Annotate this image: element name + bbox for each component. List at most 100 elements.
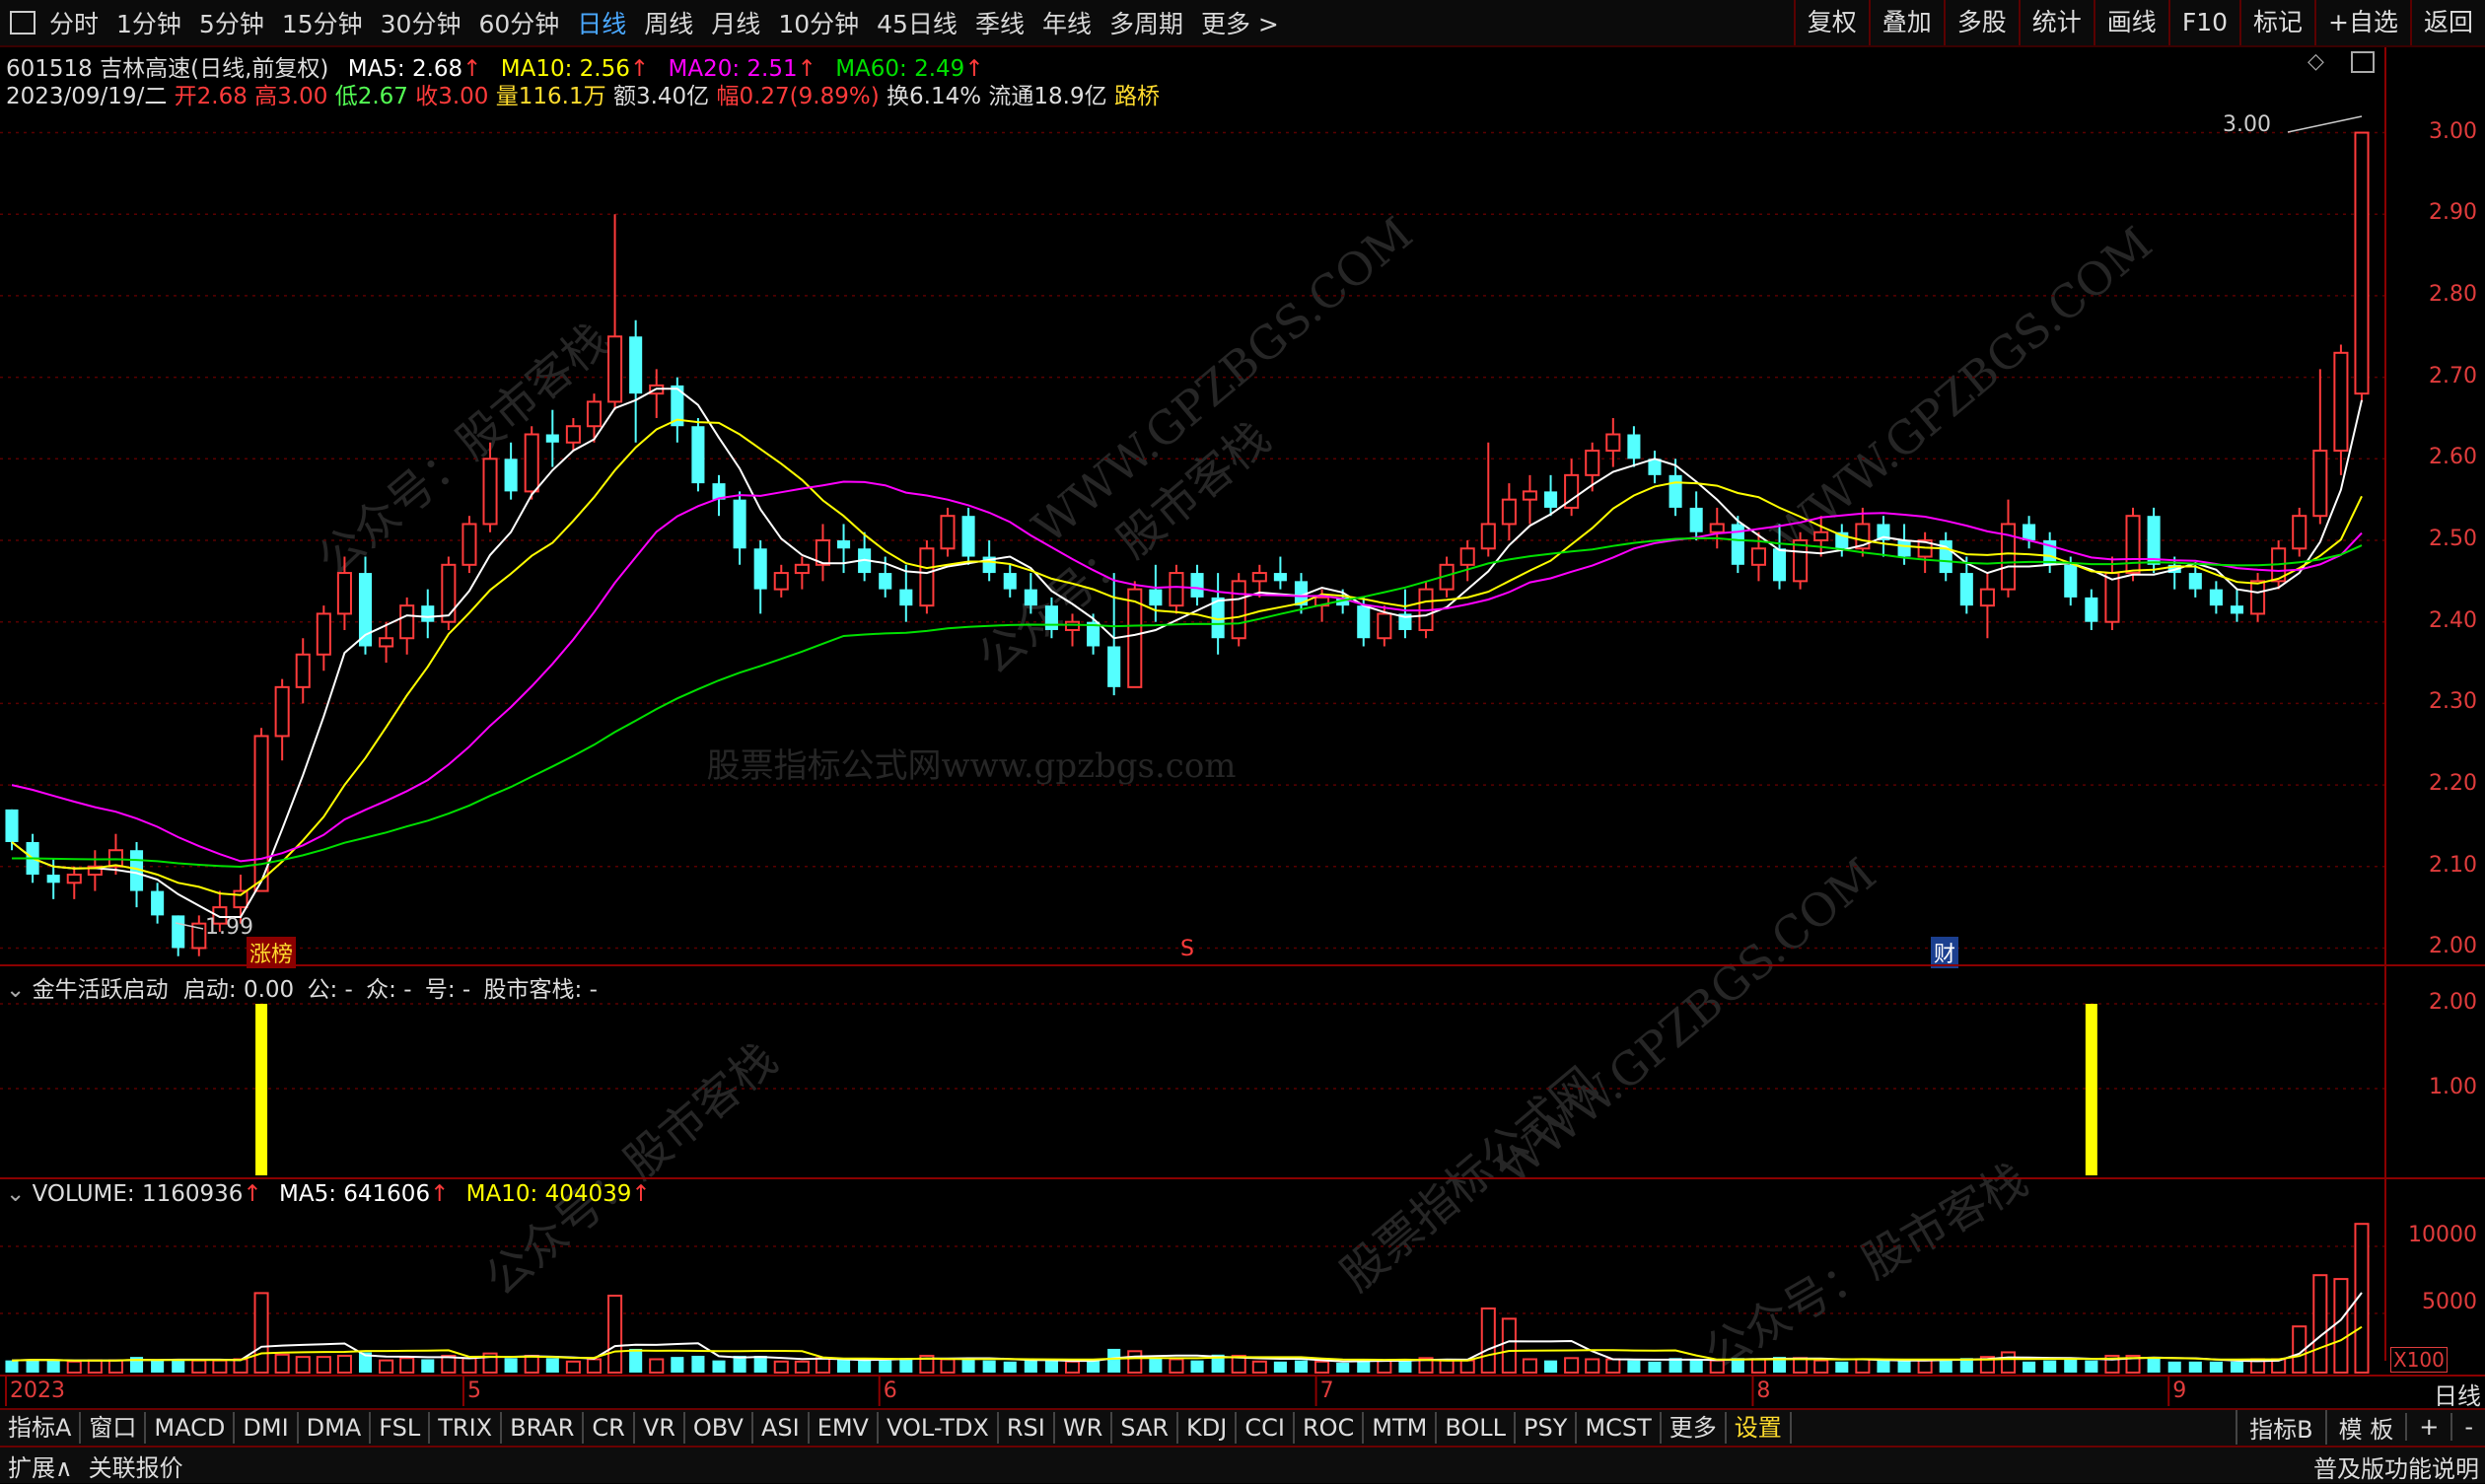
volume-bar <box>753 1355 767 1373</box>
candle-body <box>1480 523 1496 550</box>
indicator-tab[interactable]: BOLL <box>1437 1412 1517 1444</box>
indicator-tab-right[interactable]: + <box>2405 1413 2450 1441</box>
indicator-tab[interactable]: 设置 <box>1727 1412 1792 1444</box>
indicator-tab[interactable]: VOL-TDX <box>879 1412 999 1444</box>
chevron-down-icon[interactable]: ⌄ <box>6 977 25 1003</box>
indicator-tab[interactable]: OBV <box>685 1412 753 1444</box>
candle-body <box>2188 573 2202 590</box>
indicator-tab[interactable]: 指标A <box>0 1412 82 1444</box>
candle-body <box>1772 548 1787 582</box>
indicator-tab[interactable]: CR <box>584 1412 635 1444</box>
indicator-tab[interactable]: RSI <box>999 1412 1055 1444</box>
volume-bar <box>1107 1348 1121 1373</box>
indicator-tab[interactable]: WR <box>1055 1412 1113 1444</box>
edition-info-link[interactable]: 普及版功能说明 <box>2313 1449 2479 1484</box>
toolbar-button[interactable]: 多股 <box>1943 0 2019 45</box>
indicator-p4: 股市客栈: - <box>483 977 598 1003</box>
period-tab[interactable]: 月线 <box>711 5 760 40</box>
period-tab[interactable]: 10分钟 <box>778 5 859 40</box>
indicator-tab[interactable]: BRAR <box>502 1412 585 1444</box>
candle-body <box>1959 573 1973 606</box>
volume-bar <box>295 1356 311 1375</box>
toolbar-button[interactable]: +自选 <box>2314 0 2410 45</box>
volume-value[interactable]: VOLUME: 1160936 <box>33 1181 244 1207</box>
candle-body <box>1377 612 1392 640</box>
volume-bar <box>1855 1358 1871 1374</box>
period-tab[interactable]: 45日线 <box>877 5 958 40</box>
indicator-title[interactable]: 金牛活跃启动 <box>33 977 169 1003</box>
period-tab[interactable]: 15分钟 <box>282 5 363 40</box>
indicator-tab[interactable]: TRIX <box>430 1412 503 1444</box>
indicator-tab-right[interactable]: 模 板 <box>2324 1409 2406 1445</box>
toolbar-button[interactable]: 标记 <box>2239 0 2314 45</box>
toolbar-button[interactable]: 叠加 <box>1868 0 1944 45</box>
period-tab[interactable]: 周线 <box>644 5 693 40</box>
period-tab[interactable]: 多周期 <box>1109 5 1183 40</box>
volume-bar <box>1709 1359 1725 1375</box>
toolbar-button[interactable]: 画线 <box>2093 0 2168 45</box>
toolbar-button[interactable]: F10 <box>2167 0 2239 45</box>
indicator-tab[interactable]: MCST <box>1577 1412 1662 1444</box>
volume-bar <box>1939 1359 1952 1373</box>
period-tab[interactable]: 日线 <box>577 5 626 40</box>
volume-bar <box>1501 1317 1517 1375</box>
related-quote-button[interactable]: 关联报价 <box>81 1449 191 1483</box>
volume-bar <box>5 1360 19 1373</box>
period-tab[interactable]: 5分钟 <box>199 5 264 40</box>
window-icon[interactable] <box>10 11 36 35</box>
date-axis-label: 9 <box>2172 1378 2187 1403</box>
indicator-tab[interactable]: EMV <box>810 1412 879 1444</box>
volume-bar <box>1190 1360 1204 1373</box>
high-price-label: 3.00 <box>2223 112 2271 137</box>
s-marker[interactable]: S <box>1180 937 1194 961</box>
x-axis-line <box>0 1375 2485 1377</box>
indicator-tab[interactable]: CCI <box>1237 1412 1295 1444</box>
price-axis-label: 2.80 <box>2429 281 2477 307</box>
period-tab[interactable]: 1分钟 <box>116 5 181 40</box>
indicator-tab[interactable]: DMA <box>299 1412 372 1444</box>
period-tab[interactable]: 30分钟 <box>381 5 462 40</box>
indicator-tab[interactable]: 更多 <box>1662 1412 1727 1444</box>
indicator-tab[interactable]: FSL <box>371 1412 431 1444</box>
candle-body <box>2209 589 2223 606</box>
toolbar-button[interactable]: 返回 <box>2409 0 2485 45</box>
period-tab[interactable]: 年线 <box>1042 5 1092 40</box>
period-tab[interactable]: 分时 <box>49 5 99 40</box>
indicator-tab[interactable]: SAR <box>1112 1412 1179 1444</box>
indicator-tab-right[interactable]: 指标B <box>2236 1409 2324 1445</box>
indicator-tab[interactable]: VR <box>635 1412 685 1444</box>
indicator-tab[interactable]: KDJ <box>1178 1412 1238 1444</box>
watermark-text: 股票指标公式网www.gpzbgs.com <box>706 746 1236 786</box>
volume-bar <box>607 1295 623 1374</box>
period-tab[interactable]: 季线 <box>975 5 1025 40</box>
indicator-tab[interactable]: DMI <box>235 1412 299 1444</box>
volume-bar <box>66 1360 82 1374</box>
signal-bar <box>2085 1004 2097 1175</box>
indicator-tab-right[interactable]: - <box>2450 1413 2485 1441</box>
candle-body <box>1169 572 1184 607</box>
volume-bar <box>233 1358 248 1374</box>
toolbar-button[interactable]: 复权 <box>1793 0 1869 45</box>
price-axis-label: 2.10 <box>2429 852 2477 878</box>
chevron-down-icon[interactable]: ⌄ <box>6 1181 25 1207</box>
indicator-tab[interactable]: ASI <box>753 1412 810 1444</box>
candle-body <box>441 563 457 623</box>
indicator-tab[interactable]: MACD <box>146 1412 236 1444</box>
period-tab[interactable]: 更多 > <box>1201 5 1279 40</box>
volume-bar <box>712 1360 726 1373</box>
candle-body <box>629 336 643 394</box>
volume-bar <box>961 1358 975 1373</box>
toolbar-button[interactable]: 统计 <box>2018 0 2094 45</box>
expand-button[interactable]: 扩展∧ <box>0 1449 81 1483</box>
volume-bar <box>1273 1361 1287 1373</box>
indicator-tab[interactable]: MTM <box>1364 1412 1438 1444</box>
indicator-tab[interactable]: 窗口 <box>81 1412 147 1444</box>
period-label[interactable]: 日线 <box>2434 1377 2481 1411</box>
indicator-tab[interactable]: ROC <box>1295 1412 1365 1444</box>
indicator-tab[interactable]: PSY <box>1516 1412 1578 1444</box>
volume-bar <box>1564 1357 1580 1375</box>
period-tab[interactable]: 60分钟 <box>478 5 559 40</box>
candle-body <box>1501 498 1517 526</box>
indicator-tabs-right: 指标B 模 板 + - <box>2236 1409 2485 1445</box>
panel-separator <box>0 1177 2485 1179</box>
